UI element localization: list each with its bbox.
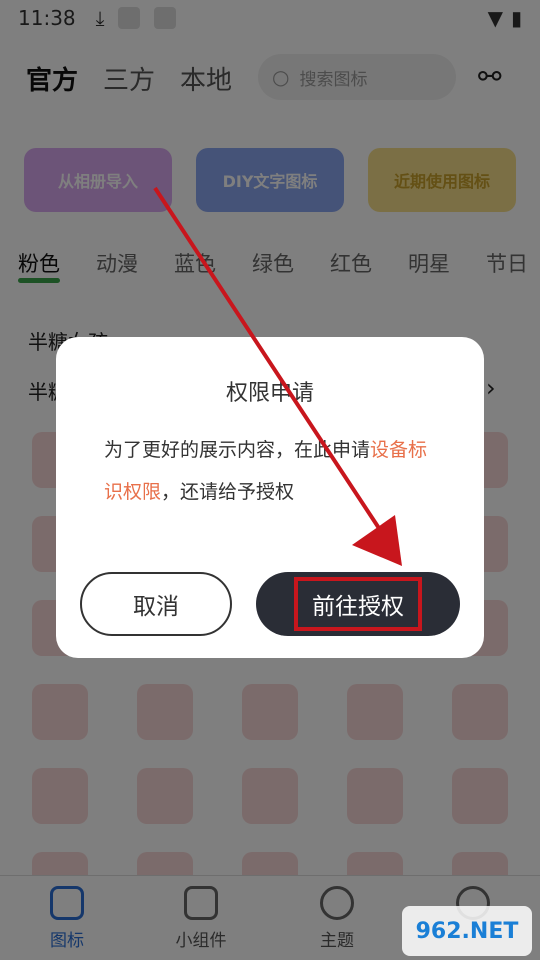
watermark-logo: 962.NET: [402, 906, 532, 956]
annotation-arrow: [153, 186, 402, 566]
